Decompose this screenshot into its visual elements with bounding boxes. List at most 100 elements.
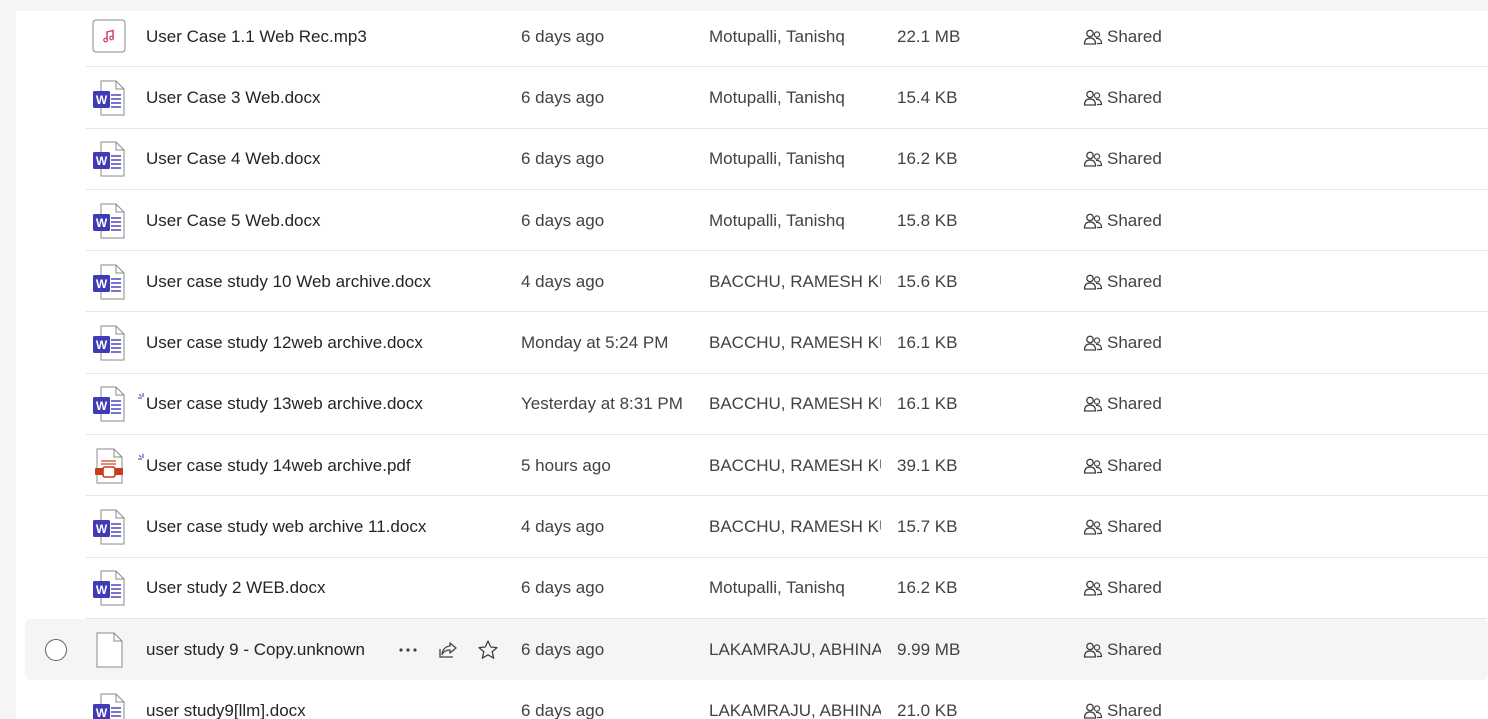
file-row[interactable]: W User case study 10 Web archive.docx 4 d… — [16, 251, 1488, 313]
modified-by: BACCHU, RAMESH KUMAR — [709, 333, 881, 353]
modified-date: 4 days ago — [521, 517, 605, 537]
svg-text:W: W — [96, 216, 108, 230]
modified-by: Motupalli, Tanishq — [709, 210, 845, 230]
file-row[interactable]: W User case study 12web archive.docx Mond… — [16, 312, 1488, 374]
word-file-icon: W — [92, 80, 126, 116]
svg-text:W: W — [96, 706, 108, 719]
file-name-link[interactable]: User Case 5 Web.docx — [146, 211, 320, 231]
modified-by: Motupalli, Tanishq — [709, 26, 845, 46]
sharing-label: Shared — [1107, 87, 1162, 107]
file-row[interactable]: W User case study 13web archive.docx Yest… — [16, 374, 1488, 436]
word-file-icon: W — [92, 386, 126, 422]
file-name-link[interactable]: User Case 4 Web.docx — [146, 149, 320, 169]
svg-text:W: W — [96, 93, 108, 107]
file-name-link[interactable]: user study9[llm].docx — [146, 701, 306, 719]
file-size: 16.2 KB — [897, 149, 958, 169]
file-row[interactable]: User Case 1.1 Web Rec.mp3 6 days ago Motup… — [16, 11, 1488, 68]
more-options-icon[interactable] — [394, 636, 422, 664]
file-row[interactable]: user study 9 - Copy.unknown 6 days ago LA… — [16, 618, 1488, 681]
sharing-status[interactable]: Shared — [1083, 456, 1162, 476]
file-name-link[interactable]: User case study 12web archive.docx — [146, 333, 423, 353]
sharing-status[interactable]: Shared — [1083, 640, 1162, 660]
sharing-label: Shared — [1107, 149, 1162, 169]
file-size: 15.8 KB — [897, 210, 958, 230]
share-icon[interactable] — [434, 636, 462, 664]
svg-text:W: W — [96, 277, 108, 291]
star-icon[interactable] — [474, 636, 502, 664]
modified-by: Motupalli, Tanishq — [709, 87, 845, 107]
file-name-link[interactable]: user study 9 - Copy.unknown — [146, 640, 365, 660]
modified-by: Motupalli, Tanishq — [709, 578, 845, 598]
file-row[interactable]: W User case study web archive 11.docx 4 d… — [16, 496, 1488, 558]
sharing-status[interactable]: Shared — [1083, 27, 1162, 47]
word-file-icon: W — [92, 693, 126, 719]
file-row[interactable]: W user study9[llm].docx 6 days ago LAKAMRA… — [16, 680, 1488, 719]
sharing-status[interactable]: Shared — [1083, 149, 1162, 169]
people-icon — [1083, 273, 1103, 291]
file-row[interactable]: User case study 14web archive.pdf 5 hours… — [16, 435, 1488, 497]
people-icon — [1083, 579, 1103, 597]
people-icon — [1083, 641, 1103, 659]
file-list-panel: User Case 1.1 Web Rec.mp3 6 days ago Motup… — [16, 11, 1488, 719]
file-size: 15.4 KB — [897, 87, 958, 107]
word-file-icon: W — [92, 570, 126, 606]
file-row[interactable]: W User Case 4 Web.docx 6 days ago Motupall… — [16, 129, 1488, 190]
file-row[interactable]: W User Case 5 Web.docx 6 days ago Motupall… — [16, 190, 1488, 252]
modified-date: 6 days ago — [521, 149, 605, 169]
row-select-checkbox[interactable] — [45, 638, 67, 661]
file-name-link[interactable]: User case study web archive 11.docx — [146, 517, 426, 537]
file-size: 9.99 MB — [897, 639, 961, 659]
svg-text:W: W — [96, 399, 108, 413]
file-name-link[interactable]: User case study 14web archive.pdf — [146, 456, 411, 476]
svg-text:W: W — [96, 583, 108, 597]
sharing-label: Shared — [1107, 517, 1162, 537]
modified-by: BACCHU, RAMESH KUMAR — [709, 517, 881, 537]
sharing-status[interactable]: Shared — [1083, 333, 1162, 353]
svg-text:W: W — [96, 522, 108, 536]
modified-date: 6 days ago — [521, 578, 605, 598]
file-row[interactable]: W User Case 3 Web.docx 6 days ago Motupall… — [16, 67, 1488, 129]
file-row[interactable]: W User study 2 WEB.docx 6 days ago Motupal… — [16, 558, 1488, 619]
modified-date: 6 days ago — [521, 210, 605, 230]
file-size: 22.1 MB — [897, 26, 961, 46]
modified-date: 6 days ago — [521, 26, 605, 46]
modified-date: 4 days ago — [521, 271, 605, 291]
file-name-link[interactable]: User Case 1.1 Web Rec.mp3 — [146, 27, 367, 47]
sharing-label: Shared — [1107, 700, 1162, 719]
people-icon — [1083, 28, 1103, 46]
file-name-link[interactable]: User case study 10 Web archive.docx — [146, 272, 431, 292]
sharing-label: Shared — [1107, 455, 1162, 475]
people-icon — [1083, 334, 1103, 352]
file-size: 21.0 KB — [897, 700, 958, 719]
sharing-status[interactable]: Shared — [1083, 394, 1162, 414]
people-icon — [1083, 150, 1103, 168]
file-name-link[interactable]: User study 2 WEB.docx — [146, 578, 326, 598]
file-name-link[interactable]: User case study 13web archive.docx — [146, 394, 423, 414]
modified-date: 6 days ago — [521, 700, 605, 719]
sharing-status[interactable]: Shared — [1083, 88, 1162, 108]
sharing-status[interactable]: Shared — [1083, 272, 1162, 292]
svg-text:W: W — [96, 154, 108, 168]
file-size: 16.2 KB — [897, 578, 958, 598]
sharing-status[interactable]: Shared — [1083, 701, 1162, 719]
file-size: 16.1 KB — [897, 394, 958, 414]
people-icon — [1083, 89, 1103, 107]
people-icon — [1083, 212, 1103, 230]
audio-file-icon — [92, 19, 126, 55]
file-size: 15.7 KB — [897, 517, 958, 537]
people-icon — [1083, 518, 1103, 536]
svg-text:W: W — [96, 338, 108, 352]
sharing-status[interactable]: Shared — [1083, 578, 1162, 598]
generic-file-icon — [92, 632, 126, 668]
modified-by: LAKAMRAJU, ABHINAV — [709, 700, 881, 719]
sharing-label: Shared — [1107, 394, 1162, 414]
file-name-link[interactable]: User Case 3 Web.docx — [146, 88, 320, 108]
file-size: 39.1 KB — [897, 455, 958, 475]
sharing-status[interactable]: Shared — [1083, 517, 1162, 537]
sharing-status[interactable]: Shared — [1083, 211, 1162, 231]
sharing-label: Shared — [1107, 639, 1162, 659]
modified-date: Yesterday at 8:31 PM — [521, 394, 683, 414]
modified-date: 5 hours ago — [521, 455, 611, 475]
sharing-label: Shared — [1107, 578, 1162, 598]
file-list: User Case 1.1 Web Rec.mp3 6 days ago Motup… — [16, 11, 1488, 719]
